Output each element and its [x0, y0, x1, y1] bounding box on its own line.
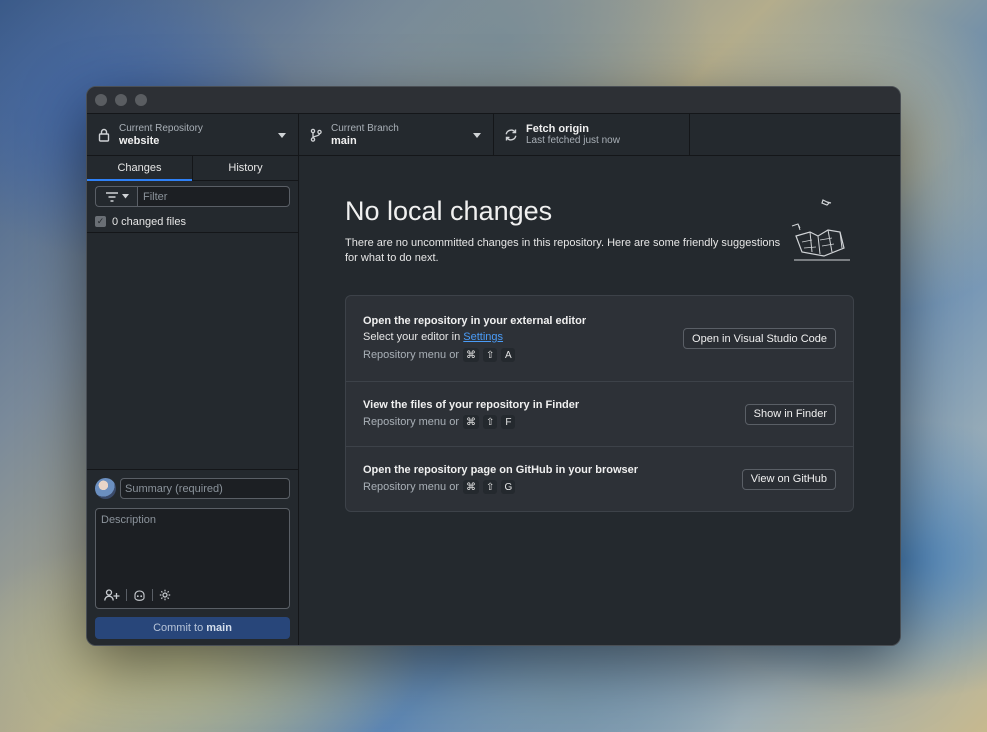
page-subtitle: There are no uncommitted changes in this…: [345, 237, 781, 264]
app-window: Current Repository website Current Branc…: [86, 86, 901, 646]
sync-icon: [504, 127, 518, 143]
sidebar-tabs: Changes History: [87, 156, 298, 181]
page-title: No local changes: [345, 196, 553, 226]
filter-row: [87, 181, 298, 211]
gear-icon[interactable]: [159, 589, 171, 601]
card-description-text: Select your editor in: [363, 331, 461, 343]
window-body: Changes History ✓ 0 changed files: [87, 156, 900, 645]
open-in-editor-button[interactable]: Open in Visual Studio Code: [683, 328, 836, 349]
add-coauthor-icon[interactable]: [104, 589, 120, 601]
letter-key: A: [501, 348, 516, 362]
suggestion-card-finder: View the files of your repository in Fin…: [346, 381, 853, 446]
card-title: Open the repository in your external edi…: [363, 315, 587, 327]
letter-key: F: [501, 415, 516, 429]
branch-label: Current Branch: [331, 122, 399, 134]
keyboard-shortcut: Repository menu or ⌘ ⇧ G: [363, 480, 638, 494]
main-panel: No local changes There are no uncommitte…: [299, 156, 900, 645]
repository-label: Current Repository: [119, 122, 203, 134]
description-box: [95, 508, 290, 609]
keyboard-shortcut: Repository menu or ⌘ ⇧ A: [363, 348, 586, 362]
divider: [126, 589, 127, 601]
copilot-icon[interactable]: [133, 589, 146, 601]
card-description: Select your editor in Settings: [363, 331, 586, 343]
command-key: ⌘: [463, 480, 479, 494]
card-title: Open the repository page on GitHub in yo…: [363, 464, 639, 476]
branch-icon: [309, 127, 323, 143]
settings-link[interactable]: Settings: [463, 331, 503, 343]
command-key: ⌘: [463, 415, 479, 429]
summary-row: [95, 478, 290, 499]
letter-key: G: [501, 480, 516, 494]
shortcut-prefix: Repository menu or: [363, 481, 459, 493]
zoom-window-button[interactable]: [135, 94, 147, 106]
commit-button[interactable]: Commit to main: [95, 617, 290, 639]
commit-area: Commit to main: [87, 469, 298, 645]
lock-icon: [97, 127, 111, 143]
filter-input[interactable]: [137, 186, 290, 207]
view-on-github-button[interactable]: View on GitHub: [741, 468, 836, 490]
shift-key: ⇧: [483, 415, 498, 429]
current-repository-button[interactable]: Current Repository website: [87, 114, 299, 155]
suggestion-card-editor: Open the repository in your external edi…: [346, 296, 853, 381]
summary-input[interactable]: [120, 478, 290, 499]
description-input[interactable]: [96, 509, 289, 579]
toolbar: Current Repository website Current Branc…: [87, 113, 900, 156]
commit-button-branch: main: [206, 622, 232, 634]
current-branch-button[interactable]: Current Branch main: [299, 114, 494, 155]
shortcut-prefix: Repository menu or: [363, 349, 459, 361]
fetch-origin-button[interactable]: Fetch origin Last fetched just now: [494, 114, 690, 155]
sidebar: Changes History ✓ 0 changed files: [87, 156, 299, 645]
repository-name: website: [119, 134, 160, 147]
card-title: View the files of your repository in Fin…: [363, 399, 580, 411]
file-list: [87, 233, 298, 469]
changed-files-header: ✓ 0 changed files: [87, 211, 298, 233]
empty-state-illustration: [791, 199, 850, 261]
divider: [152, 589, 153, 601]
shift-key: ⇧: [483, 348, 498, 362]
fetch-status: Last fetched just now: [526, 134, 620, 146]
chevron-down-icon: [278, 133, 286, 138]
shortcut-prefix: Repository menu or: [363, 416, 459, 428]
tab-changes[interactable]: Changes: [87, 156, 192, 181]
select-all-checkbox[interactable]: ✓: [95, 216, 106, 227]
blank-slate-header: No local changes There are no uncommitte…: [345, 196, 854, 268]
filter-icon: [105, 191, 118, 202]
shift-key: ⇧: [483, 480, 498, 494]
branch-name: main: [331, 134, 357, 147]
description-tools: [104, 589, 171, 601]
caret-down-icon: [121, 194, 129, 199]
fetch-label: Fetch origin: [526, 122, 589, 135]
changed-files-count: 0 changed files: [112, 215, 186, 228]
suggestion-cards: Open the repository in your external edi…: [345, 295, 854, 512]
avatar: [95, 478, 116, 499]
close-window-button[interactable]: [95, 94, 107, 106]
minimize-window-button[interactable]: [115, 94, 127, 106]
title-bar: [87, 87, 900, 113]
suggestion-card-github: Open the repository page on GitHub in yo…: [346, 446, 853, 511]
commit-button-prefix: Commit to: [153, 622, 204, 634]
tab-history[interactable]: History: [192, 156, 298, 180]
show-in-finder-button[interactable]: Show in Finder: [744, 403, 836, 425]
chevron-down-icon: [473, 133, 481, 138]
keyboard-shortcut: Repository menu or ⌘ ⇧ F: [363, 415, 579, 429]
command-key: ⌘: [463, 348, 479, 362]
filter-options-button[interactable]: [95, 186, 137, 207]
